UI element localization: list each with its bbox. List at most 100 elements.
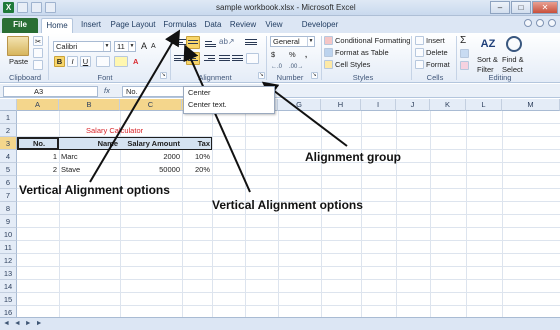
number-dialog-launcher[interactable]: ↘ (311, 72, 318, 79)
clear-icon[interactable] (460, 61, 469, 70)
data-cell[interactable]: 50000 (120, 163, 180, 176)
column-header[interactable]: I (361, 99, 396, 111)
conditional-formatting-button[interactable]: Conditional Formatting (335, 36, 410, 46)
data-cell[interactable]: Marc (61, 150, 78, 163)
header-cell-name[interactable]: Name (59, 137, 118, 150)
font-color-button[interactable]: A (133, 57, 138, 67)
format-button[interactable]: Format (426, 60, 450, 70)
row-header[interactable]: 8 (0, 202, 17, 215)
row-header[interactable]: 6 (0, 176, 17, 189)
data-cell[interactable]: 10% (182, 150, 210, 163)
row-header[interactable]: 5 (0, 163, 17, 176)
currency-button[interactable]: $ (271, 50, 275, 60)
bottom-align-icon[interactable] (205, 41, 216, 49)
row-header[interactable]: 1 (0, 111, 17, 124)
increase-indent-icon[interactable] (232, 55, 243, 63)
header-cell-tax[interactable]: Tax (182, 137, 210, 150)
insert-function-button[interactable]: fx (104, 86, 110, 95)
save-icon[interactable] (17, 2, 28, 13)
percent-button[interactable]: % (289, 50, 296, 60)
select-all-corner[interactable] (0, 99, 17, 111)
font-size-select[interactable]: 11 ▼ (114, 41, 136, 52)
data-cell[interactable]: Stave (61, 163, 80, 176)
paste-icon[interactable] (7, 36, 29, 56)
increase-decimal-icon[interactable]: ←.0 (271, 62, 282, 72)
column-header[interactable]: A (17, 99, 59, 111)
row-header[interactable]: 15 (0, 293, 17, 306)
shrink-font-button[interactable]: A (151, 42, 156, 52)
format-painter-icon[interactable] (33, 60, 43, 70)
row-header[interactable]: 10 (0, 228, 17, 241)
column-header[interactable]: H (321, 99, 361, 111)
cut-icon[interactable]: ✂ (33, 36, 43, 46)
row-header[interactable]: 12 (0, 254, 17, 267)
tab-review[interactable]: Review (228, 18, 258, 33)
paste-button[interactable]: Paste (9, 57, 28, 67)
format-as-table-button[interactable]: Format as Table (335, 48, 389, 58)
data-cell[interactable]: 2000 (120, 150, 180, 163)
column-header[interactable]: L (466, 99, 502, 111)
align-left-icon[interactable] (174, 55, 185, 63)
wrap-text-icon[interactable] (245, 39, 257, 47)
delete-button[interactable]: Delete (426, 48, 448, 58)
row-header[interactable]: 7 (0, 189, 17, 202)
data-cell[interactable]: 1 (17, 150, 57, 163)
font-name-select[interactable]: Calibri ▼ (53, 41, 111, 52)
grow-font-button[interactable]: A (141, 41, 147, 51)
copy-icon[interactable] (33, 48, 43, 58)
comma-button[interactable]: , (305, 50, 307, 60)
tab-page-layout[interactable]: Page Layout (108, 18, 158, 33)
row-header[interactable]: 16 (0, 306, 17, 317)
data-cell[interactable]: 2 (17, 163, 57, 176)
column-header[interactable]: J (396, 99, 430, 111)
header-cell-salary[interactable]: Salary Amount (120, 137, 180, 150)
row-header[interactable]: 9 (0, 215, 17, 228)
underline-button[interactable]: U (80, 56, 91, 67)
bold-button[interactable]: B (54, 56, 65, 67)
tab-developer[interactable]: Developer (300, 18, 340, 33)
data-cell[interactable]: 20% (182, 163, 210, 176)
tab-file[interactable]: File (2, 18, 38, 33)
row-header[interactable]: 4 (0, 150, 17, 163)
autosum-button[interactable]: Σ (460, 36, 466, 46)
row-header[interactable]: 3 (0, 137, 17, 150)
sheet-title[interactable]: Salary Calculator (86, 124, 143, 137)
cell-styles-button[interactable]: Cell Styles (335, 60, 370, 70)
insert-button[interactable]: Insert (426, 36, 445, 46)
row-header[interactable]: 2 (0, 124, 17, 137)
merge-center-icon[interactable] (246, 53, 259, 64)
redo-icon[interactable] (45, 2, 56, 13)
row-header[interactable]: 11 (0, 241, 17, 254)
column-header[interactable]: B (59, 99, 120, 111)
close-button[interactable]: ✕ (532, 1, 558, 14)
workbook-close-icon[interactable] (548, 19, 556, 27)
sort-filter-button[interactable]: Sort & Filter (477, 55, 498, 75)
tab-insert[interactable]: Insert (76, 18, 106, 33)
italic-button[interactable]: I (67, 56, 78, 67)
orientation-icon[interactable]: ab↗ (219, 37, 235, 47)
tab-home[interactable]: Home (41, 18, 73, 33)
row-header[interactable]: 14 (0, 280, 17, 293)
header-cell-no[interactable]: No. (19, 137, 59, 150)
sheet-nav-arrows-icon[interactable]: ◄ ◄ ► ► (3, 320, 44, 327)
tab-formulas[interactable]: Formulas (160, 18, 200, 33)
maximize-button[interactable]: □ (511, 1, 531, 14)
find-select-button[interactable]: Find & Select (502, 55, 524, 75)
undo-icon[interactable] (31, 2, 42, 13)
font-dialog-launcher[interactable]: ↘ (160, 72, 167, 79)
alignment-dialog-launcher[interactable]: ↘ (258, 72, 265, 79)
column-header[interactable]: M (502, 99, 560, 111)
fill-color-icon[interactable] (114, 56, 128, 67)
column-header[interactable]: G (278, 99, 321, 111)
tab-view[interactable]: View (262, 18, 286, 33)
decrease-decimal-icon[interactable]: .00→ (289, 62, 303, 72)
name-box[interactable]: A3 (3, 86, 98, 97)
column-header[interactable]: K (430, 99, 466, 111)
row-header[interactable]: 13 (0, 267, 17, 280)
minimize-ribbon-icon[interactable] (524, 19, 532, 27)
number-format-select[interactable]: General ▼ (270, 36, 315, 47)
decrease-indent-icon[interactable] (219, 55, 230, 63)
borders-icon[interactable] (96, 56, 110, 67)
minimize-button[interactable]: – (490, 1, 510, 14)
tab-data[interactable]: Data (202, 18, 224, 33)
